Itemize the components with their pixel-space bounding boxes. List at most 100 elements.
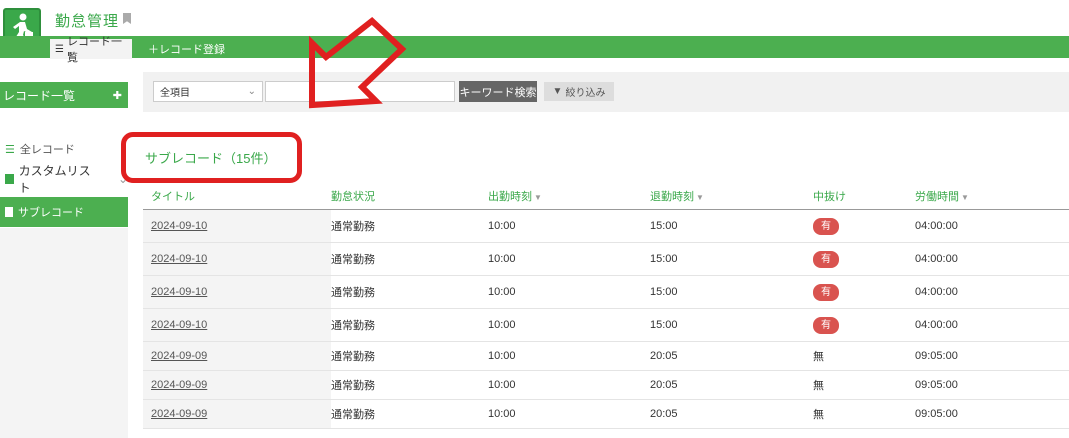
cell-title: 2024-09-09 (143, 341, 331, 371)
column-header-end[interactable]: 退勤時刻 ▼ (650, 182, 813, 210)
sidebar-item-subrecord[interactable]: サブレコード (0, 197, 128, 227)
sort-down-icon[interactable]: ▼ (961, 193, 969, 202)
app-title: 勤怠管理 (55, 13, 120, 30)
break-badge: 有 (813, 217, 839, 235)
cell-start: 10:00 (488, 399, 650, 429)
cell-break: 有 (813, 242, 915, 276)
record-link[interactable]: 2024-09-09 (151, 408, 207, 420)
break-badge: 有 (813, 250, 839, 268)
cell-title: 2024-09-09 (143, 399, 331, 429)
table-row: 2024-09-09 通常勤務 10:00 20:05 無 09:05:00 (143, 370, 1069, 400)
cell-status: 通常勤務 (331, 341, 488, 371)
cell-break: 無 (813, 399, 915, 429)
table-row: 2024-09-09 通常勤務 10:00 20:05 無 09:05:00 (143, 341, 1069, 371)
record-link[interactable]: 2024-09-10 (151, 319, 207, 331)
cell-status: 通常勤務 (331, 242, 488, 276)
cell-start: 10:00 (488, 275, 650, 309)
break-badge: 有 (813, 316, 839, 334)
record-link[interactable]: 2024-09-10 (151, 220, 207, 232)
document-icon (5, 207, 13, 217)
tab-record-list[interactable]: ☰ レコード一覧 (50, 36, 132, 64)
sidebar-item-label: 全レコード (19, 144, 75, 156)
record-link[interactable]: 2024-09-10 (151, 253, 207, 265)
sidebar-background (0, 228, 128, 438)
cell-break: 無 (813, 370, 915, 400)
cell-title: 2024-09-10 (143, 275, 331, 309)
cell-title: 2024-09-09 (143, 370, 331, 400)
cell-break: 無 (813, 341, 915, 371)
table-row: 2024-09-10 通常勤務 10:00 15:00 有 04:00:00 (143, 275, 1069, 309)
cell-status: 通常勤務 (331, 209, 488, 243)
cell-status: 通常勤務 (331, 275, 488, 309)
sidebar-item-custom-list[interactable]: カスタムリスト ⌄ (0, 164, 128, 195)
column-header-label: 出勤時刻 (488, 190, 532, 203)
column-header-label: 退勤時刻 (650, 190, 694, 203)
sidebar-item-label: サブレコード (18, 207, 84, 219)
cell-end: 20:05 (650, 370, 813, 400)
list-icon: ☰ (5, 143, 15, 156)
column-header-status[interactable]: 勤怠状況 (331, 182, 488, 210)
cell-hours: 04:00:00 (915, 308, 1069, 342)
cell-hours: 09:05:00 (915, 370, 1069, 400)
cell-title: 2024-09-10 (143, 209, 331, 243)
column-header-hours[interactable]: 労働時間 ▼ (915, 182, 1069, 210)
keyword-search-button[interactable]: キーワード検索 (459, 81, 537, 102)
cell-end: 20:05 (650, 341, 813, 371)
cell-start: 10:00 (488, 308, 650, 342)
cell-break: 有 (813, 308, 915, 342)
cell-break: 有 (813, 209, 915, 243)
cell-start: 10:00 (488, 209, 650, 243)
table-row: 2024-09-10 通常勤務 10:00 15:00 有 04:00:00 (143, 209, 1069, 243)
list-icon: ☰ (55, 43, 64, 55)
record-link[interactable]: 2024-09-10 (151, 286, 207, 298)
cell-title: 2024-09-10 (143, 308, 331, 342)
sort-down-icon[interactable]: ▼ (696, 193, 704, 202)
bookmark-icon[interactable] (123, 13, 131, 24)
tab-add-record[interactable]: ＋レコード登録 (148, 41, 225, 57)
cell-end: 15:00 (650, 242, 813, 276)
cell-hours: 09:05:00 (915, 399, 1069, 429)
cell-hours: 04:00:00 (915, 242, 1069, 276)
cell-hours: 09:05:00 (915, 341, 1069, 371)
cell-hours: 04:00:00 (915, 209, 1069, 243)
cell-end: 15:00 (650, 308, 813, 342)
field-select-value: 全項目 (160, 88, 190, 99)
column-header-start[interactable]: 出勤時刻 ▼ (488, 182, 650, 210)
cell-start: 10:00 (488, 242, 650, 276)
filter-button-label: 絞り込み (565, 88, 606, 99)
pin-icon[interactable]: ✚ (113, 89, 122, 102)
column-header-break[interactable]: 中抜け (813, 182, 915, 210)
cell-start: 10:00 (488, 341, 650, 371)
cell-status: 通常勤務 (331, 399, 488, 429)
sidebar-header-label: レコード一覧 (3, 88, 76, 103)
table-row: 2024-09-10 通常勤務 10:00 15:00 有 04:00:00 (143, 242, 1069, 276)
folder-icon (5, 174, 14, 184)
cell-end: 20:05 (650, 399, 813, 429)
sidebar-item-all-records[interactable]: ☰ 全レコード (0, 137, 128, 161)
break-badge: 有 (813, 283, 839, 301)
column-header-label: 労働時間 (915, 190, 959, 203)
filter-button[interactable]: ▼ 絞り込み (544, 82, 614, 101)
cell-status: 通常勤務 (331, 370, 488, 400)
column-header-title[interactable]: タイトル (143, 182, 331, 210)
cell-start: 10:00 (488, 370, 650, 400)
chevron-down-icon: ⌄ (247, 86, 256, 97)
table-row: 2024-09-10 通常勤務 10:00 15:00 有 04:00:00 (143, 308, 1069, 342)
field-select[interactable]: 全項目 ⌄ (153, 81, 263, 102)
sort-down-icon[interactable]: ▼ (534, 193, 542, 202)
cell-status: 通常勤務 (331, 308, 488, 342)
sidebar-header: レコード一覧 ✚ (0, 82, 128, 108)
annotation-arrow-icon (309, 17, 407, 109)
cell-break: 有 (813, 275, 915, 309)
record-link[interactable]: 2024-09-09 (151, 350, 207, 362)
sidebar-item-label: カスタムリスト (18, 164, 91, 195)
funnel-icon: ▼ (552, 86, 563, 97)
record-link[interactable]: 2024-09-09 (151, 379, 207, 391)
table-row: 2024-09-09 通常勤務 10:00 20:05 無 09:05:00 (143, 399, 1069, 429)
cell-hours: 04:00:00 (915, 275, 1069, 309)
table-header-row: タイトル 勤怠状況 出勤時刻 ▼ 退勤時刻 ▼ 中抜け 労働時間 ▼ (143, 182, 1069, 210)
annotation-highlight-box (121, 132, 302, 183)
cell-end: 15:00 (650, 209, 813, 243)
records-table: タイトル 勤怠状況 出勤時刻 ▼ 退勤時刻 ▼ 中抜け 労働時間 ▼ 2024-09-… (143, 182, 1069, 429)
cell-title: 2024-09-10 (143, 242, 331, 276)
